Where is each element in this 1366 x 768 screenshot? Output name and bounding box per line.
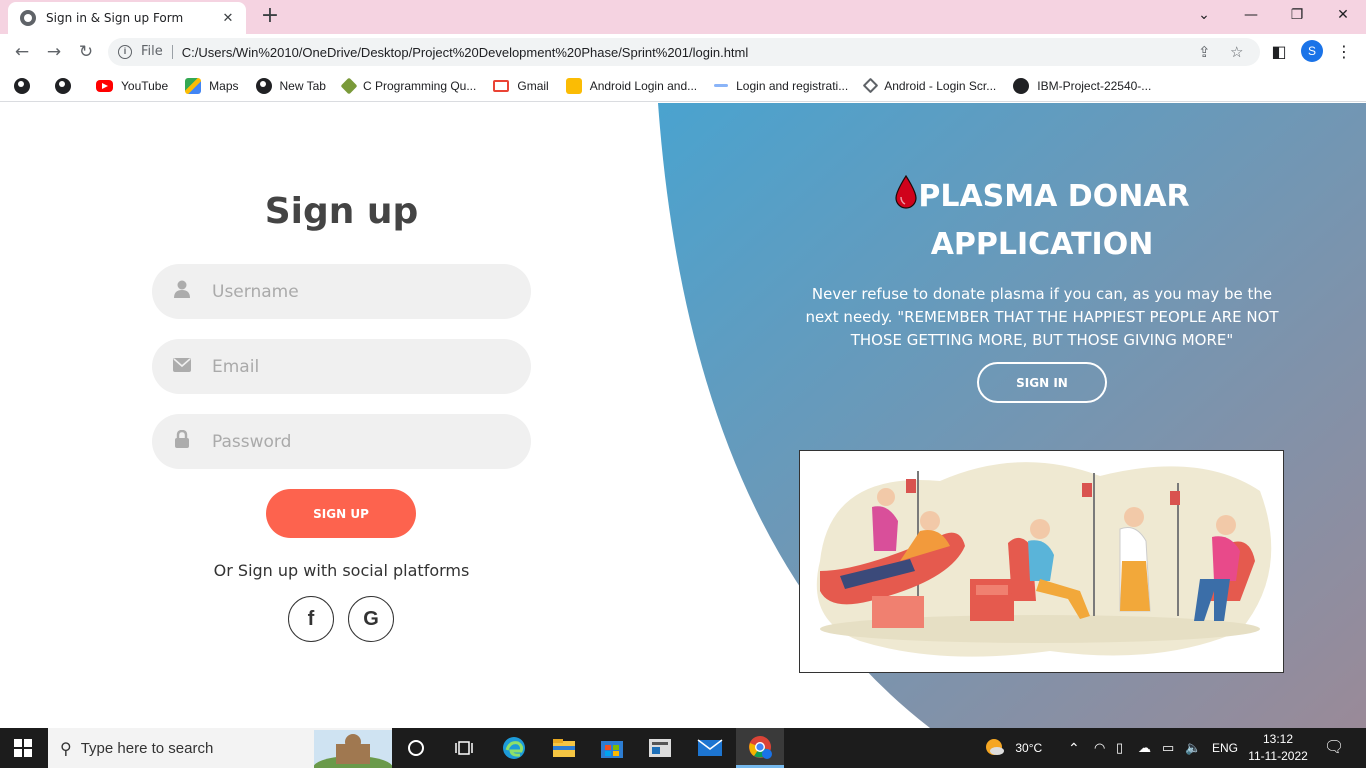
username-input[interactable] — [212, 281, 512, 302]
close-tab-icon[interactable]: ✕ — [220, 11, 236, 26]
search-highlight-icon — [314, 730, 392, 768]
window-close-button[interactable]: ✕ — [1320, 0, 1366, 30]
username-field[interactable] — [152, 264, 531, 319]
envelope-icon — [152, 357, 212, 377]
tab-search-icon[interactable]: ⌄ — [1181, 0, 1227, 30]
windows-taskbar: ⚲ Type here to search 30°C ⌃ ◠ ▯ ☁ ▭ 🔈 E… — [0, 728, 1366, 768]
bookmark-ibm-project[interactable]: IBM-Project-22540-... — [1013, 77, 1151, 94]
diamond-icon — [862, 77, 879, 94]
lock-icon — [152, 429, 212, 453]
search-icon: ⚲ — [60, 738, 72, 758]
password-input[interactable] — [212, 431, 512, 452]
chrome-icon[interactable] — [736, 728, 784, 768]
tab-title: Sign in & Sign up Form — [46, 11, 184, 25]
bookmark-android-login[interactable]: Android Login and... — [565, 77, 697, 94]
menu-icon[interactable]: ⋮ — [1332, 40, 1356, 64]
facebook-button[interactable]: f — [288, 596, 334, 642]
app-icon[interactable] — [636, 728, 684, 768]
panel-heading: PLASMA DONAR APPLICATION — [790, 173, 1294, 269]
android-icon — [565, 77, 582, 94]
github-icon — [1013, 77, 1030, 94]
panel-description: Never refuse to donate plasma if you can… — [805, 285, 1279, 349]
bookmark-c-programming[interactable]: C Programming Qu... — [340, 77, 476, 94]
windows-start-icon[interactable] — [14, 739, 32, 757]
social-platforms-text: Or Sign up with social platforms — [213, 561, 470, 580]
task-view-icon[interactable] — [440, 728, 488, 768]
battery-icon[interactable]: ▭ — [1162, 728, 1174, 768]
address-bar[interactable]: i File C:/Users/Win%2010/OneDrive/Deskto… — [108, 38, 1260, 66]
forward-button[interactable]: → — [42, 40, 66, 64]
notification-icon[interactable]: 🗨 — [1324, 728, 1344, 768]
signin-button[interactable]: SIGN IN — [977, 362, 1107, 403]
microsoft-store-icon[interactable] — [588, 728, 636, 768]
clock-date: 11-11-2022 — [1248, 749, 1308, 763]
meet-now-icon[interactable]: ▯ — [1116, 728, 1123, 768]
bookmark-item[interactable] — [55, 77, 79, 94]
welcome-panel: PLASMA DONAR APPLICATION Never refuse to… — [790, 173, 1294, 352]
youtube-icon — [96, 79, 113, 92]
url-text[interactable]: C:/Users/Win%2010/OneDrive/Desktop/Proje… — [182, 45, 749, 60]
maps-icon — [185, 77, 202, 94]
blood-drop-icon — [895, 175, 917, 209]
bookmark-maps[interactable]: Maps — [185, 77, 239, 94]
email-field[interactable] — [152, 339, 531, 394]
signup-button[interactable]: SIGN UP — [266, 489, 416, 538]
bookmark-item[interactable] — [14, 77, 38, 94]
volume-icon[interactable]: 🔈 — [1185, 728, 1201, 768]
bookmark-gmail[interactable]: Gmail — [493, 79, 549, 93]
weather-sun-icon — [986, 739, 1004, 755]
weather-widget[interactable]: 30°C — [984, 728, 1042, 768]
weather-temp: 30°C — [1015, 741, 1043, 755]
edge-icon[interactable] — [490, 728, 538, 768]
signup-title: Sign up — [264, 191, 419, 232]
globe-icon — [20, 10, 36, 26]
search-placeholder: Type here to search — [80, 739, 214, 757]
file-explorer-icon[interactable] — [540, 728, 588, 768]
system-clock[interactable]: 13:12 11-11-2022 — [1248, 731, 1308, 765]
share-icon[interactable]: ⇪ — [1198, 43, 1211, 61]
tab-strip: Sign in & Sign up Form ✕ + ⌄ — ❐ ✕ — [0, 0, 1366, 34]
password-field[interactable] — [152, 414, 531, 469]
minimize-button[interactable]: — — [1228, 0, 1274, 30]
plasma-donation-illustration — [799, 450, 1284, 673]
email-input[interactable] — [212, 356, 512, 377]
clock-time: 13:12 — [1262, 732, 1294, 746]
restore-button[interactable]: ❐ — [1274, 0, 1320, 30]
panel-heading-line2: APPLICATION — [930, 227, 1154, 262]
onedrive-icon[interactable]: ☁ — [1138, 728, 1151, 768]
profile-avatar[interactable]: S — [1301, 40, 1323, 62]
user-icon — [152, 280, 212, 303]
page-content: Sign up SIGN UP Or Sign up with social p… — [0, 103, 1366, 728]
bookmark-new-tab[interactable]: New Tab — [255, 77, 326, 94]
link-icon — [714, 84, 729, 87]
site-info-icon[interactable]: i — [118, 45, 132, 59]
globe-icon — [14, 77, 30, 94]
google-button[interactable]: G — [348, 596, 394, 642]
show-hidden-icons[interactable]: ⌃ — [1068, 728, 1080, 768]
panel-heading-line1: PLASMA DONAR — [918, 179, 1190, 214]
browser-toolbar: ← → ↻ i File C:/Users/Win%2010/OneDrive/… — [0, 34, 1366, 70]
gmail-icon — [493, 79, 510, 92]
url-scheme: File — [141, 45, 173, 59]
bookmark-android-login-screen[interactable]: Android - Login Scr... — [862, 77, 996, 94]
language-indicator[interactable]: ENG — [1212, 728, 1238, 768]
leaf-icon — [340, 77, 358, 94]
bookmarks-bar: YouTube Maps New Tab C Programming Qu...… — [0, 70, 1366, 102]
globe-icon — [55, 77, 71, 94]
taskbar-search-box[interactable]: ⚲ Type here to search — [48, 728, 392, 768]
bookmark-youtube[interactable]: YouTube — [96, 79, 168, 93]
side-panel-icon[interactable]: ◧ — [1267, 40, 1291, 64]
reload-button[interactable]: ↻ — [74, 40, 98, 64]
bookmark-login-registration[interactable]: Login and registrati... — [714, 79, 848, 93]
globe-icon — [255, 77, 272, 94]
signup-form: Sign up SIGN UP Or Sign up with social p… — [0, 103, 683, 728]
back-button[interactable]: ← — [10, 40, 34, 64]
new-tab-button[interactable]: + — [258, 4, 282, 28]
bookmark-star-icon[interactable]: ☆ — [1230, 43, 1243, 61]
mail-icon[interactable] — [686, 728, 734, 768]
cortana-icon[interactable] — [392, 728, 440, 768]
network-icon[interactable]: ◠ — [1094, 728, 1105, 768]
browser-tab[interactable]: Sign in & Sign up Form ✕ — [8, 2, 246, 34]
